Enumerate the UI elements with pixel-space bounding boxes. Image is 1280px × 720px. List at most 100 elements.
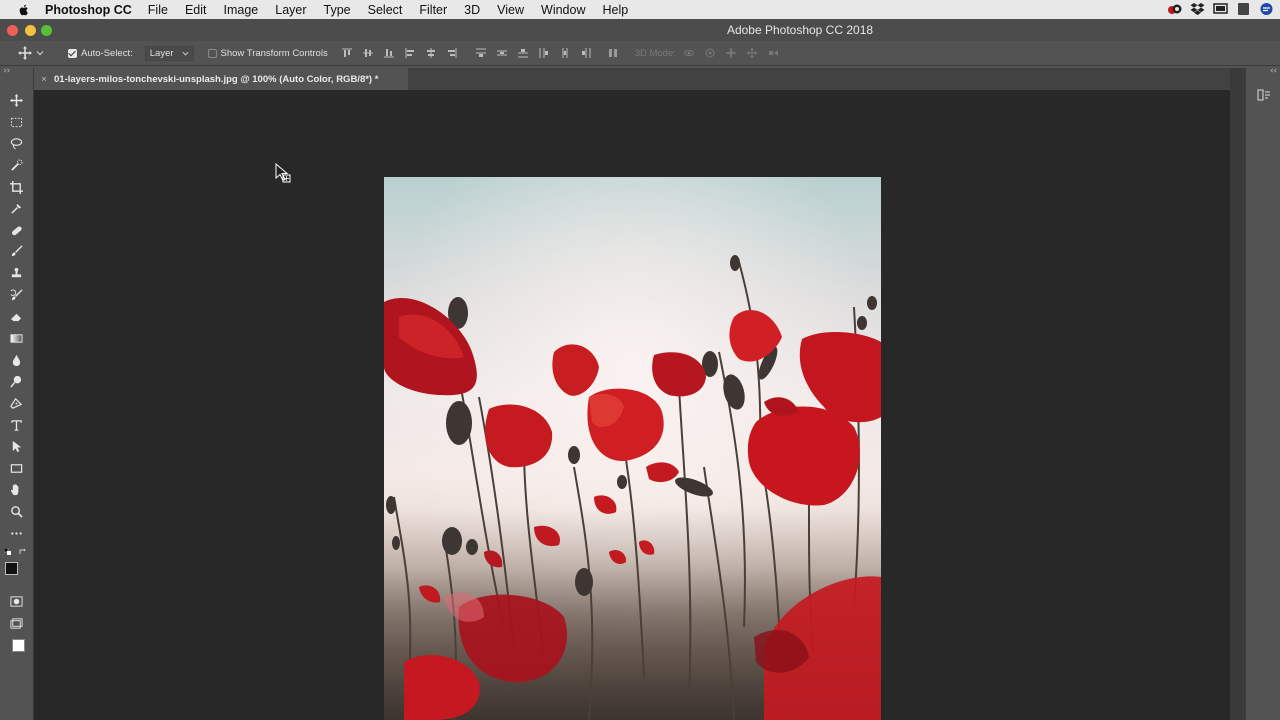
default-colors-icon[interactable]	[4, 548, 12, 556]
zoom-tool[interactable]	[9, 504, 24, 519]
menu-image[interactable]: Image	[224, 3, 259, 17]
history-panel-icon[interactable]	[1257, 88, 1271, 102]
drop-icon	[12, 354, 21, 367]
hand-icon	[10, 484, 19, 496]
move-tool-preset-icon[interactable]	[18, 46, 32, 60]
pen-icon	[10, 397, 23, 409]
gradient-tool[interactable]	[9, 331, 24, 346]
apple-icon[interactable]	[17, 3, 31, 17]
rectangle-icon	[10, 464, 23, 473]
quick-selection-tool[interactable]	[9, 158, 24, 173]
panel-dock-gutter	[1230, 68, 1245, 720]
messages-icon[interactable]	[1259, 2, 1274, 16]
distribute-vertical-center-icon[interactable]	[496, 48, 507, 58]
brush-tool[interactable]	[9, 244, 24, 259]
document-image[interactable]	[384, 177, 881, 720]
rectangle-tool[interactable]	[9, 461, 24, 476]
3d-roll-icon[interactable]	[705, 48, 715, 58]
app-name-menu[interactable]: Photoshop CC	[45, 3, 132, 17]
eraser-tool[interactable]	[9, 309, 24, 324]
chevron-down-icon[interactable]	[36, 49, 44, 57]
window-title: Adobe Photoshop CC 2018	[726, 23, 874, 37]
menu-3d[interactable]: 3D	[464, 3, 480, 17]
more-tools[interactable]	[9, 526, 24, 541]
auto-select-label: Auto-Select:	[81, 47, 133, 59]
show-transform-controls-label: Show Transform Controls	[220, 47, 328, 59]
3d-pan-icon[interactable]	[725, 48, 736, 58]
dropbox-icon[interactable]	[1190, 2, 1205, 16]
align-horizontal-center-icon[interactable]	[426, 48, 436, 58]
panel-expand-icon[interactable]	[1270, 68, 1279, 73]
tools-panel	[0, 68, 34, 720]
auto-align-layers-icon[interactable]	[608, 48, 618, 58]
menu-window[interactable]: Window	[541, 3, 585, 17]
move-tool[interactable]	[9, 93, 24, 108]
collapsed-panel-dock	[1245, 68, 1280, 720]
type-tool[interactable]	[9, 418, 24, 433]
hand-tool[interactable]	[9, 482, 24, 497]
crop-tool[interactable]	[9, 180, 24, 195]
3d-slide-icon[interactable]	[746, 48, 757, 58]
align-distribute-group	[341, 48, 629, 58]
distribute-left-icon[interactable]	[539, 48, 549, 58]
background-color-swatch[interactable]	[12, 639, 25, 652]
document-tab[interactable]: × 01-layers-milos-tonchevski-unsplash.jp…	[34, 68, 408, 90]
mouse-cursor-icon	[275, 163, 291, 183]
document-tab-bar: × 01-layers-milos-tonchevski-unsplash.jp…	[34, 68, 1230, 90]
distribute-right-icon[interactable]	[581, 48, 591, 58]
menu-help[interactable]: Help	[603, 3, 629, 17]
options-bar: Auto-Select: Layer Show Transform Contro…	[0, 41, 1280, 66]
align-left-icon[interactable]	[405, 48, 415, 58]
screen-mode-icon	[10, 618, 23, 629]
3d-orbit-icon[interactable]	[683, 48, 694, 58]
marquee-tool[interactable]	[9, 115, 24, 130]
lasso-tool[interactable]	[9, 136, 24, 151]
distribute-bottom-icon[interactable]	[517, 48, 528, 58]
path-selection-tool[interactable]	[9, 439, 24, 454]
panel-collapse-icon[interactable]	[3, 68, 12, 73]
align-bottom-icon[interactable]	[383, 48, 394, 58]
align-top-icon[interactable]	[341, 48, 352, 58]
display-icon[interactable]	[1236, 2, 1251, 16]
eyedropper-icon	[11, 203, 22, 214]
healing-brush-tool[interactable]	[9, 223, 24, 238]
distribute-horizontal-center-icon[interactable]	[560, 48, 570, 58]
creative-cloud-icon[interactable]	[1167, 2, 1182, 16]
swap-colors-icon[interactable]	[19, 548, 27, 556]
dodge-tool[interactable]	[9, 374, 24, 389]
mac-menu-bar: Photoshop CC File Edit Image Layer Type …	[0, 0, 1280, 19]
menu-type[interactable]: Type	[324, 3, 351, 17]
screen-mode-button[interactable]	[9, 616, 24, 631]
history-brush-tool[interactable]	[9, 288, 24, 303]
screen-icon[interactable]	[1213, 2, 1228, 16]
menu-view[interactable]: View	[497, 3, 524, 17]
move-icon	[10, 94, 23, 107]
menu-layer[interactable]: Layer	[275, 3, 306, 17]
menu-select[interactable]: Select	[368, 3, 403, 17]
clone-stamp-tool[interactable]	[9, 266, 24, 281]
quick-mask-button[interactable]	[9, 594, 24, 609]
auto-select-target-value: Layer	[149, 47, 174, 59]
eyedropper-tool[interactable]	[9, 201, 24, 216]
document-tab-title: 01-layers-milos-tonchevski-unsplash.jpg …	[54, 73, 379, 85]
blur-tool[interactable]	[9, 353, 24, 368]
3d-mode-tools	[683, 48, 789, 58]
distribute-top-icon[interactable]	[475, 48, 486, 58]
show-transform-controls-checkbox[interactable]	[207, 48, 217, 58]
align-vertical-center-icon[interactable]	[362, 48, 373, 58]
dodge-icon	[10, 375, 22, 388]
foreground-color-swatch[interactable]	[5, 562, 18, 575]
pen-tool[interactable]	[9, 396, 24, 411]
menu-edit[interactable]: Edit	[185, 3, 207, 17]
gradient-icon	[10, 334, 23, 343]
3d-scale-icon[interactable]	[768, 48, 778, 58]
align-right-icon[interactable]	[447, 48, 457, 58]
menu-file[interactable]: File	[148, 3, 168, 17]
bandage-icon	[11, 226, 22, 236]
history-brush-icon	[10, 289, 23, 301]
close-icon[interactable]: ×	[34, 74, 54, 85]
auto-select-target-dropdown[interactable]: Layer	[144, 45, 194, 61]
menu-filter[interactable]: Filter	[419, 3, 447, 17]
quick-selection-icon	[11, 159, 23, 171]
auto-select-checkbox[interactable]	[68, 48, 77, 58]
